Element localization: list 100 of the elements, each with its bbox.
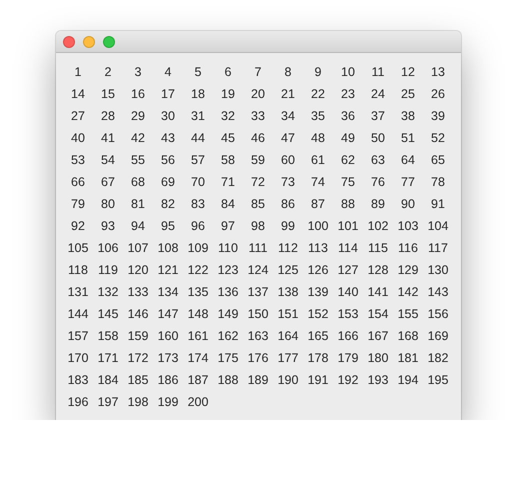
number-label: 123 [218, 262, 238, 278]
number-label: 133 [128, 284, 148, 300]
number-label: 186 [158, 372, 178, 388]
number-label: 159 [128, 328, 148, 344]
number-label: 66 [71, 174, 85, 190]
number-label: 89 [371, 196, 385, 212]
number-label: 107 [128, 240, 148, 256]
number-label: 170 [68, 350, 88, 366]
number-label: 17 [161, 86, 175, 102]
minimize-button[interactable] [83, 36, 95, 48]
number-label: 58 [221, 152, 235, 168]
number-label: 5 [194, 64, 202, 80]
number-label: 29 [131, 108, 145, 124]
number-label: 76 [371, 174, 385, 190]
number-label: 153 [338, 306, 358, 322]
number-label: 61 [311, 152, 325, 168]
number-label: 44 [191, 130, 205, 146]
zoom-button[interactable] [103, 36, 115, 48]
number-label: 95 [161, 218, 175, 234]
number-label: 120 [128, 262, 148, 278]
number-label: 74 [311, 174, 325, 190]
number-label: 87 [311, 196, 325, 212]
number-label: 152 [308, 306, 328, 322]
number-label: 60 [281, 152, 295, 168]
number-label: 197 [98, 394, 118, 410]
number-label: 151 [278, 306, 298, 322]
number-label: 39 [431, 108, 445, 124]
number-label: 103 [398, 218, 418, 234]
number-label: 142 [398, 284, 418, 300]
number-label: 57 [191, 152, 205, 168]
number-label: 117 [428, 240, 448, 256]
number-label: 8 [284, 64, 292, 80]
number-label: 7 [254, 64, 262, 80]
number-label: 34 [281, 108, 295, 124]
number-label: 64 [401, 152, 415, 168]
number-label: 73 [281, 174, 295, 190]
number-label: 141 [368, 284, 388, 300]
number-label: 165 [308, 328, 328, 344]
number-label: 69 [161, 174, 175, 190]
number-label: 145 [98, 306, 118, 322]
number-label: 72 [251, 174, 265, 190]
number-label: 26 [431, 86, 445, 102]
number-label: 128 [368, 262, 388, 278]
number-label: 190 [278, 372, 298, 388]
number-label: 97 [221, 218, 235, 234]
number-label: 191 [308, 372, 328, 388]
number-label: 81 [131, 196, 145, 212]
number-label: 136 [218, 284, 238, 300]
number-label: 126 [308, 262, 328, 278]
number-label: 158 [98, 328, 118, 344]
number-label: 62 [341, 152, 355, 168]
number-label: 122 [188, 262, 208, 278]
number-label: 43 [161, 130, 175, 146]
number-label: 77 [401, 174, 415, 190]
number-label: 113 [308, 240, 328, 256]
number-label: 155 [398, 306, 418, 322]
number-label: 78 [431, 174, 445, 190]
number-label: 129 [398, 262, 418, 278]
number-label: 25 [401, 86, 415, 102]
number-label: 41 [101, 130, 115, 146]
number-label: 156 [428, 306, 448, 322]
number-label: 59 [251, 152, 265, 168]
number-label: 6 [224, 64, 232, 80]
number-label: 193 [368, 372, 388, 388]
number-label: 144 [68, 306, 88, 322]
number-label: 70 [191, 174, 205, 190]
number-label: 125 [278, 262, 298, 278]
number-label: 199 [158, 394, 178, 410]
number-label: 92 [71, 218, 85, 234]
number-label: 180 [368, 350, 388, 366]
number-label: 198 [128, 394, 148, 410]
number-label: 182 [428, 350, 448, 366]
number-label: 162 [218, 328, 238, 344]
number-label: 52 [431, 130, 445, 146]
number-label: 91 [431, 196, 445, 212]
number-label: 79 [71, 196, 85, 212]
number-label: 147 [158, 306, 178, 322]
number-label: 174 [188, 350, 208, 366]
number-label: 14 [71, 86, 85, 102]
number-label: 84 [221, 196, 235, 212]
number-label: 99 [281, 218, 295, 234]
number-label: 75 [341, 174, 355, 190]
number-label: 90 [401, 196, 415, 212]
number-label: 4 [164, 64, 172, 80]
number-label: 108 [158, 240, 178, 256]
number-label: 140 [338, 284, 358, 300]
number-label: 196 [68, 394, 88, 410]
number-label: 167 [368, 328, 388, 344]
number-label: 177 [278, 350, 298, 366]
number-label: 109 [188, 240, 208, 256]
number-label: 104 [428, 218, 448, 234]
number-label: 184 [98, 372, 118, 388]
close-button[interactable] [63, 36, 75, 48]
number-label: 55 [131, 152, 145, 168]
number-label: 138 [278, 284, 298, 300]
number-label: 148 [188, 306, 208, 322]
number-label: 23 [341, 86, 355, 102]
number-label: 15 [101, 86, 115, 102]
number-label: 130 [428, 262, 448, 278]
number-label: 194 [398, 372, 418, 388]
